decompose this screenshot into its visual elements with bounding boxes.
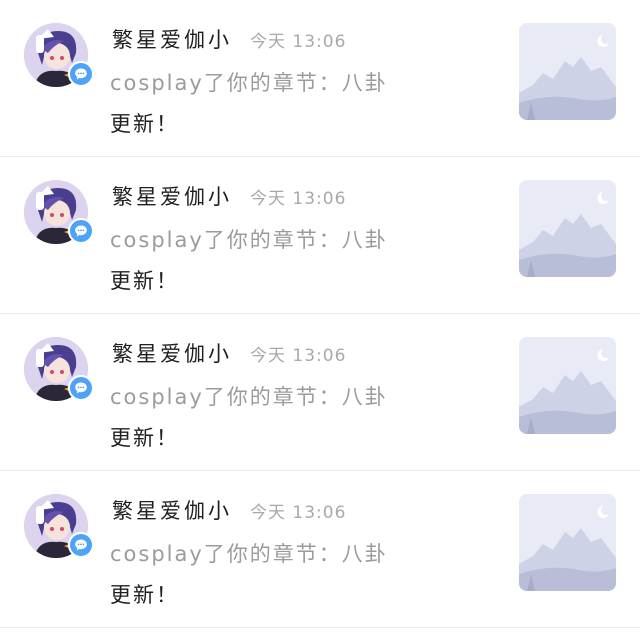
header-row: 繁星爱伽小 今天 13:06 bbox=[112, 495, 346, 525]
message-line-1: cosplay了你的章节：八卦 bbox=[110, 228, 388, 252]
user-name[interactable]: 繁星爱伽小 bbox=[112, 495, 232, 525]
notification-item[interactable]: 繁星爱伽小 今天 13:06 cosplay了你的章节：八卦 更新！ bbox=[0, 314, 640, 471]
message-line-2: 更新！ bbox=[110, 112, 179, 136]
message-line-2: 更新！ bbox=[110, 269, 179, 293]
header-row: 繁星爱伽小 今天 13:06 bbox=[112, 181, 346, 211]
message-line-2: 更新！ bbox=[110, 583, 179, 607]
header-row: 繁星爱伽小 今天 13:06 bbox=[112, 338, 346, 368]
notification-list: 繁星爱伽小 今天 13:06 cosplay了你的章节：八卦 更新！ 繁星爱伽小… bbox=[0, 0, 640, 628]
message-text: cosplay了你的章节：八卦 更新！ bbox=[110, 63, 400, 145]
timestamp: 今天 13:06 bbox=[250, 503, 347, 523]
chat-bubble-icon bbox=[68, 218, 94, 244]
message-line-1: cosplay了你的章节：八卦 bbox=[110, 71, 388, 95]
image-placeholder-icon[interactable] bbox=[519, 180, 616, 277]
user-name[interactable]: 繁星爱伽小 bbox=[112, 338, 232, 368]
chat-bubble-icon bbox=[68, 61, 94, 87]
message-text: cosplay了你的章节：八卦 更新！ bbox=[110, 534, 400, 616]
user-name[interactable]: 繁星爱伽小 bbox=[112, 181, 232, 211]
notification-item[interactable]: 繁星爱伽小 今天 13:06 cosplay了你的章节：八卦 更新！ bbox=[0, 157, 640, 314]
chat-bubble-icon bbox=[68, 532, 94, 558]
image-placeholder-icon[interactable] bbox=[519, 494, 616, 591]
message-line-1: cosplay了你的章节：八卦 bbox=[110, 385, 388, 409]
image-placeholder-icon[interactable] bbox=[519, 23, 616, 120]
notification-item[interactable]: 繁星爱伽小 今天 13:06 cosplay了你的章节：八卦 更新！ bbox=[0, 471, 640, 628]
message-line-1: cosplay了你的章节：八卦 bbox=[110, 542, 388, 566]
user-name[interactable]: 繁星爱伽小 bbox=[112, 24, 232, 54]
notification-item[interactable]: 繁星爱伽小 今天 13:06 cosplay了你的章节：八卦 更新！ bbox=[0, 0, 640, 157]
image-placeholder-icon[interactable] bbox=[519, 337, 616, 434]
timestamp: 今天 13:06 bbox=[250, 189, 347, 209]
timestamp: 今天 13:06 bbox=[250, 32, 347, 52]
chat-bubble-icon bbox=[68, 375, 94, 401]
timestamp: 今天 13:06 bbox=[250, 346, 347, 366]
header-row: 繁星爱伽小 今天 13:06 bbox=[112, 24, 346, 54]
message-line-2: 更新！ bbox=[110, 426, 179, 450]
message-text: cosplay了你的章节：八卦 更新！ bbox=[110, 220, 400, 302]
message-text: cosplay了你的章节：八卦 更新！ bbox=[110, 377, 400, 459]
